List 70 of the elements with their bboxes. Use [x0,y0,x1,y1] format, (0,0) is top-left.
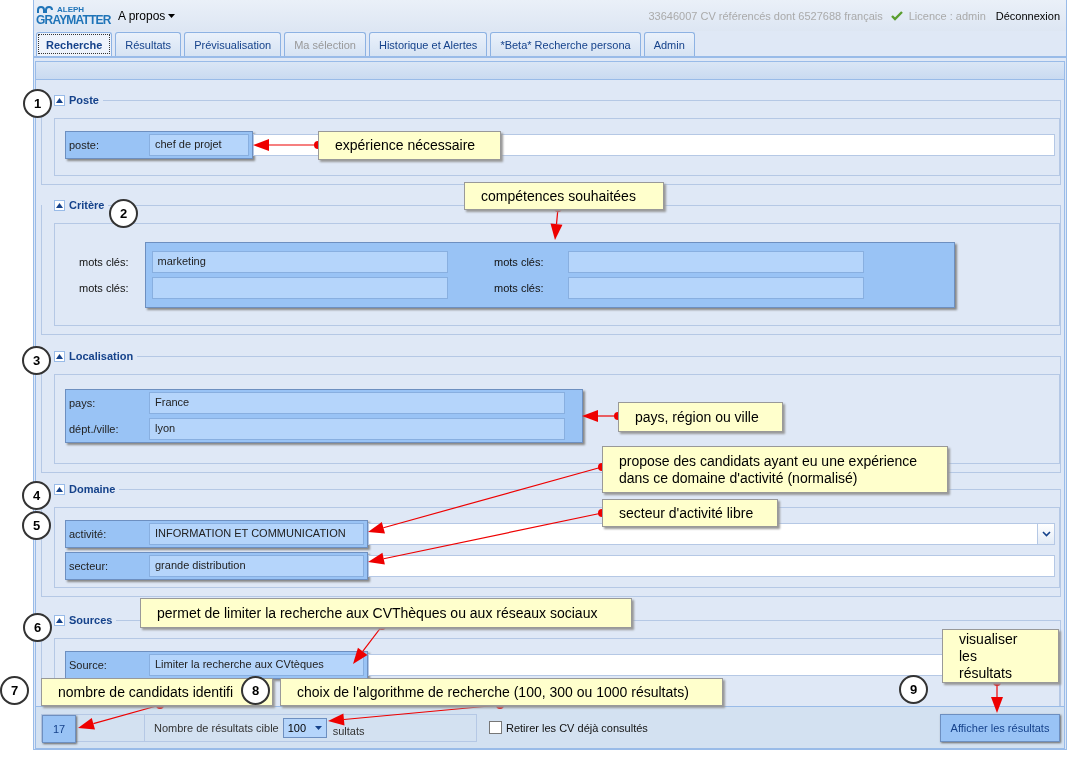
collapse-toggle[interactable] [54,483,65,495]
annotation-tooltip: permet de limiter la recherche aux CVThèques ou aux réseaux sociaux [140,598,632,628]
triangle-icon [56,353,63,359]
annotation-tooltip: choix de l'algorithme de recherche (100, 300 ou 1000 résultats) [280,678,723,706]
target-suffix: sultats [332,724,365,737]
caret-icon [168,13,176,18]
triangle-icon [56,486,63,492]
annotation-tooltip: expérience nécessaire [318,131,501,160]
collapse-toggle[interactable] [54,199,65,211]
annotation-tooltip: propose des candidats ayant eu une expérience dans ce domaine d'activité (normalisé) [602,446,948,493]
triangle-icon [56,202,63,208]
licence-text: Licence : admin [908,9,986,22]
tab[interactable]: *Beta* Recherche persona [490,32,641,56]
input-field[interactable]: chef de projet [149,134,249,156]
field-label: mots clés: [494,256,544,268]
input-field[interactable]: France [149,392,565,414]
tab[interactable]: Prévisualisation [184,32,282,56]
dropdown-button[interactable] [1037,524,1054,544]
field-label: mots clés: [494,282,544,294]
tab[interactable]: Recherche [36,32,113,56]
field-label: pays: [69,397,97,409]
section-title: Poste [69,94,99,106]
collapse-toggle[interactable] [54,350,65,362]
section-title: Critère [69,199,105,211]
collapse-toggle[interactable] [54,614,65,626]
field-label: secteur: [69,560,110,572]
logo-icon [36,5,54,14]
input-field[interactable]: grande distribution [149,555,364,577]
input-field[interactable] [567,277,864,299]
show-results-button[interactable]: Afficher les résultats [940,713,1060,742]
chevron-down-icon [1041,531,1051,537]
triangle-icon [56,97,63,103]
input-field[interactable] [151,277,448,299]
checkbox-label: Retirer les CV déjà consultés [506,721,648,734]
input-field[interactable] [567,251,864,273]
field-label: dépt./ville: [69,423,120,435]
field-label: activité: [69,528,108,540]
logo: ALEPH GRAYMATTER [35,5,112,26]
about-menu[interactable]: A propos [118,8,176,23]
result-count: 17 [42,714,76,743]
checkbox[interactable] [489,721,502,734]
cv-count-text: 33646007 CV référencés dont 6527688 français [648,9,883,22]
annotation-tooltip: pays, région ou ville [618,402,783,432]
logout-link[interactable]: Déconnexion [995,9,1060,22]
field-label: Source: [69,659,108,671]
collapse-toggle[interactable] [54,94,65,106]
input-field[interactable] [368,523,1055,545]
tab[interactable]: Résultats [115,32,182,56]
checkmark-icon [890,10,903,21]
input-field[interactable]: Limiter la recherche aux CVtèques [149,654,364,676]
annotation-tooltip: visualiser les résultats [942,629,1059,683]
field-label: poste: [69,139,100,151]
input-field[interactable] [368,555,1055,577]
field-label: mots clés: [79,255,129,270]
section-title: Domaine [69,483,116,495]
tab[interactable]: Admin [643,32,695,56]
input-field[interactable]: lyon [149,418,565,440]
input-field[interactable]: INFORMATION ET COMMUNICATION [149,523,364,545]
caret-icon [314,725,322,730]
triangle-icon [56,617,63,623]
section-title: Sources [69,614,113,626]
input-field[interactable]: marketing [151,251,448,273]
annotation-tooltip: secteur d'activité libre [602,499,778,527]
tab[interactable]: Historique et Alertes [368,32,488,56]
annotation-tooltip: compétences souhaitées [464,182,664,210]
target-label: Nombre de résultats cible [154,721,279,734]
section-title: Localisation [69,350,134,362]
target-select[interactable]: 100 [282,717,327,738]
field-label: mots clés: [79,281,129,296]
step-marker: 7 [0,676,29,705]
